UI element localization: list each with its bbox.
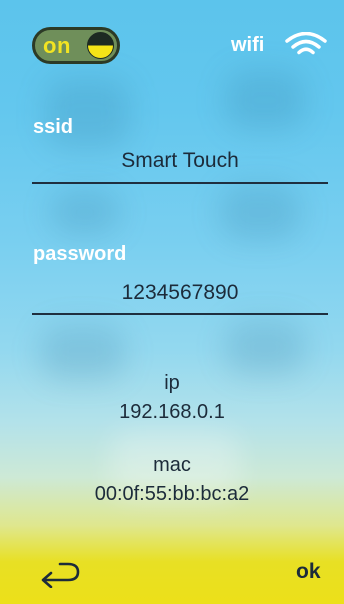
mac-label: mac xyxy=(153,454,191,476)
toggle-label: on xyxy=(43,33,71,58)
ssid-underline xyxy=(32,182,328,184)
ssid-label: ssid xyxy=(33,116,74,138)
password-label: password xyxy=(33,243,127,265)
background-blur-shape xyxy=(225,320,305,375)
background-blur-shape xyxy=(220,185,300,240)
wifi-icon xyxy=(285,32,327,55)
password-input[interactable]: 1234567890 xyxy=(32,281,328,305)
mac-value: 00:0f:55:bb:bc:a2 xyxy=(94,483,250,505)
ssid-input[interactable]: Smart Touch xyxy=(32,149,328,173)
background-blur-shape xyxy=(225,70,305,130)
power-toggle[interactable]: on xyxy=(32,27,120,64)
ip-value: 192.168.0.1 xyxy=(119,401,225,423)
back-arrow-icon[interactable] xyxy=(38,558,84,588)
wifi-label: wifi xyxy=(231,34,265,56)
ip-label: ip xyxy=(164,372,180,394)
toggle-knob xyxy=(87,32,114,59)
wifi-settings-screen: on wifi ssid Smart Touch password 123456… xyxy=(0,0,344,604)
password-underline xyxy=(32,313,328,315)
background-blur-shape xyxy=(50,190,120,235)
ok-button[interactable]: ok xyxy=(296,560,321,584)
